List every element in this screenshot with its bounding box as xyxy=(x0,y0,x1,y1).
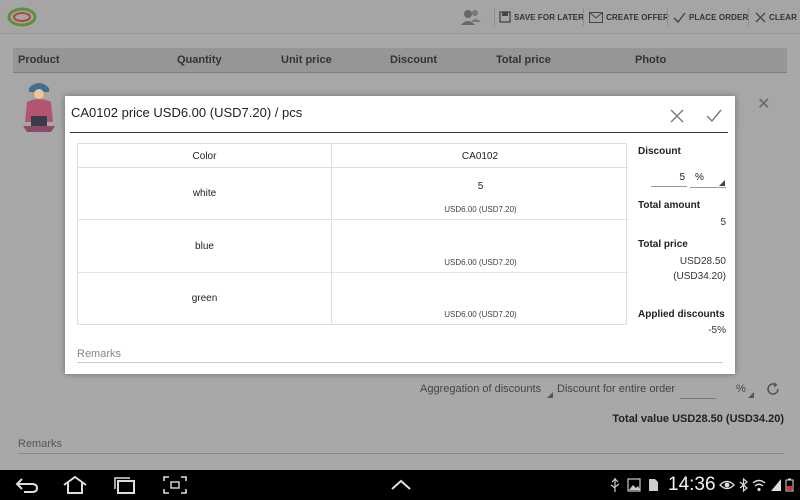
image-notification-icon xyxy=(627,478,641,492)
applied-discounts-value: -5% xyxy=(708,325,726,336)
place-order-label: PLACE ORDER xyxy=(689,12,749,22)
check-icon xyxy=(673,12,686,23)
create-offer-button[interactable]: CREATE OFFER xyxy=(589,0,669,34)
unit-price: USD6.00 (USD7.20) xyxy=(444,310,517,319)
discount-input[interactable]: 5 xyxy=(651,172,687,187)
clear-label: CLEAR xyxy=(769,12,798,22)
order-remarks-field[interactable]: Remarks xyxy=(18,438,784,454)
table-row: blue USD6.00 (USD7.20) xyxy=(78,221,628,273)
unit-underline xyxy=(690,187,726,188)
product-column-header: CA0102 xyxy=(331,144,628,168)
usb-icon xyxy=(610,478,620,492)
remove-row-icon[interactable]: ✕ xyxy=(757,94,770,114)
eye-icon xyxy=(719,480,735,490)
column-header-photo: Photo xyxy=(635,54,667,66)
total-price-gross: (USD34.20) xyxy=(673,271,726,282)
quantity-value: 5 xyxy=(477,181,484,192)
system-navigation-bar: 14:36 xyxy=(0,470,800,500)
dialog-title: CA0102 price USD6.00 (USD7.20) / pcs xyxy=(71,105,303,120)
confirm-check-icon[interactable] xyxy=(706,109,722,123)
save-icon xyxy=(499,11,511,23)
total-value: Total value USD28.50 (USD34.20) xyxy=(612,413,784,425)
dropdown-arrow-icon xyxy=(748,392,754,398)
envelope-icon xyxy=(589,11,603,23)
save-for-later-button[interactable]: SAVE FOR LATER xyxy=(499,0,584,34)
signal-icon xyxy=(771,479,781,491)
place-order-button[interactable]: PLACE ORDER xyxy=(673,0,748,34)
customer-icon[interactable] xyxy=(460,8,482,26)
table-row: white 5 USD6.00 (USD7.20) xyxy=(78,168,628,220)
total-price-label: Total price xyxy=(638,239,688,250)
column-header-unit-price: Unit price xyxy=(281,54,332,66)
unit-price: USD6.00 (USD7.20) xyxy=(444,258,517,267)
column-header-total-price: Total price xyxy=(496,54,551,66)
clear-button[interactable]: CLEAR xyxy=(755,0,797,34)
variant-table-header: Color CA0102 xyxy=(78,144,628,168)
close-icon[interactable] xyxy=(670,109,684,123)
app-logo-icon[interactable] xyxy=(6,6,38,28)
total-amount-value: 5 xyxy=(720,217,726,228)
quantity-cell[interactable]: 5 USD6.00 (USD7.20) xyxy=(331,168,628,220)
back-icon[interactable] xyxy=(14,476,40,494)
variant-table: Color CA0102 white 5 USD6.00 (USD7.20) b… xyxy=(77,143,628,325)
clock: 14:36 xyxy=(668,474,716,495)
bluetooth-icon xyxy=(739,478,748,492)
title-divider xyxy=(70,132,728,133)
product-thumbnail[interactable] xyxy=(21,80,57,132)
action-bar: SAVE FOR LATER CREATE OFFER PLACE ORDER … xyxy=(0,0,800,34)
total-price-value: USD28.50 xyxy=(679,256,726,267)
refresh-icon[interactable] xyxy=(765,381,781,397)
variant-quantity-dialog: CA0102 price USD6.00 (USD7.20) / pcs Col… xyxy=(65,96,735,374)
separator xyxy=(583,8,584,26)
screenshot-icon[interactable] xyxy=(162,476,188,494)
color-label: green xyxy=(191,293,218,304)
create-offer-label: CREATE OFFER xyxy=(606,12,669,22)
total-amount-label: Total amount xyxy=(638,200,701,211)
separator xyxy=(494,8,495,26)
dropdown-arrow-icon xyxy=(719,180,725,186)
table-row: green USD6.00 (USD7.20) xyxy=(78,273,628,325)
quantity-cell[interactable]: USD6.00 (USD7.20) xyxy=(331,273,628,325)
separator xyxy=(748,8,749,26)
discount-label: Discount xyxy=(638,146,681,157)
remarks-input[interactable]: Remarks xyxy=(77,348,723,363)
discount-unit-select[interactable]: % xyxy=(695,172,704,183)
discount-entire-order-label: Discount for entire order xyxy=(557,383,675,395)
column-header-product: Product xyxy=(18,54,60,66)
save-for-later-label: SAVE FOR LATER xyxy=(514,12,584,22)
discount-entire-order-unit-select[interactable]: % xyxy=(736,383,746,395)
column-header-quantity: Quantity xyxy=(177,54,222,66)
order-table-header: Product Quantity Unit price Discount Tot… xyxy=(13,48,787,73)
applied-discounts-label: Applied discounts xyxy=(638,309,725,320)
close-icon xyxy=(755,12,766,22)
aggregation-of-discounts-select[interactable]: Aggregation of discounts xyxy=(420,383,541,395)
discount-entire-order-input[interactable] xyxy=(680,385,716,399)
recent-apps-icon[interactable] xyxy=(112,476,138,494)
color-column-header: Color xyxy=(192,151,217,162)
dropdown-arrow-icon xyxy=(547,392,553,398)
chevron-up-icon[interactable] xyxy=(388,476,414,494)
document-notification-icon xyxy=(649,479,658,491)
quantity-cell[interactable]: USD6.00 (USD7.20) xyxy=(331,221,628,273)
unit-price: USD6.00 (USD7.20) xyxy=(444,205,517,214)
separator xyxy=(667,8,668,26)
home-icon[interactable] xyxy=(62,476,88,494)
battery-icon xyxy=(785,478,794,492)
color-label: white xyxy=(192,188,217,199)
wifi-icon xyxy=(752,479,766,492)
color-label: blue xyxy=(195,241,214,252)
column-header-discount: Discount xyxy=(390,54,438,66)
